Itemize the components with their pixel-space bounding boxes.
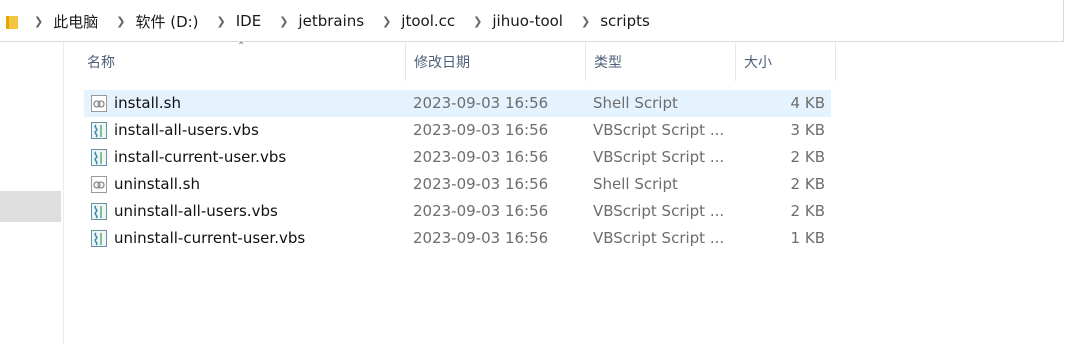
breadcrumb-label[interactable]: 软件 (D:): [135, 11, 198, 32]
vbscript-icon: [91, 149, 107, 166]
file-row[interactable]: uninstall-current-user.vbs 2023-09-03 16…: [84, 225, 831, 252]
file-type: VBScript Script ...: [593, 229, 725, 247]
chevron-right-icon[interactable]: ❯: [34, 15, 43, 28]
address-bar[interactable]: ❯ 此电脑 ❯ 软件 (D:) ❯ IDE ❯ jetbrains ❯ jtoo…: [0, 0, 1064, 42]
breadcrumb-item[interactable]: ❯ IDE: [213, 12, 262, 30]
chevron-right-icon[interactable]: ❯: [217, 15, 226, 28]
breadcrumb-item[interactable]: ❯ jtool.cc: [378, 12, 455, 30]
sort-ascending-icon: ⌃: [237, 41, 246, 52]
column-size-label: 大小: [744, 55, 772, 71]
file-date: 2023-09-03 16:56: [413, 121, 549, 139]
file-list: install.sh 2023-09-03 16:56 Shell Script…: [84, 90, 831, 252]
file-name[interactable]: uninstall.sh: [114, 171, 200, 198]
breadcrumb-item[interactable]: ❯ 软件 (D:): [112, 11, 198, 32]
file-size: 3 KB: [790, 121, 825, 139]
file-type: VBScript Script ...: [593, 148, 725, 166]
file-name[interactable]: uninstall-current-user.vbs: [114, 225, 305, 252]
navigation-selected-item[interactable]: [0, 191, 61, 222]
file-row[interactable]: install-all-users.vbs 2023-09-03 16:56 V…: [84, 117, 831, 144]
breadcrumb-item[interactable]: ❯ 此电脑: [30, 11, 98, 32]
file-type: Shell Script: [593, 94, 678, 112]
file-row[interactable]: uninstall-all-users.vbs 2023-09-03 16:56…: [84, 198, 831, 225]
file-size: 2 KB: [790, 202, 825, 220]
chevron-right-icon[interactable]: ❯: [581, 15, 590, 28]
vbscript-icon: [91, 122, 107, 139]
chevron-right-icon[interactable]: ❯: [279, 15, 288, 28]
file-date: 2023-09-03 16:56: [413, 229, 549, 247]
file-date: 2023-09-03 16:56: [413, 202, 549, 220]
breadcrumb-label[interactable]: jtool.cc: [401, 12, 455, 30]
file-row[interactable]: install-current-user.vbs 2023-09-03 16:5…: [84, 144, 831, 171]
file-name[interactable]: install-all-users.vbs: [114, 117, 259, 144]
file-name[interactable]: uninstall-all-users.vbs: [114, 198, 278, 225]
chevron-right-icon[interactable]: ❯: [473, 15, 482, 28]
file-row[interactable]: install.sh 2023-09-03 16:56 Shell Script…: [84, 90, 831, 117]
column-name-label: 名称: [87, 55, 115, 71]
breadcrumb-item[interactable]: ❯ jihuo-tool: [469, 12, 563, 30]
column-header-type[interactable]: 类型: [586, 43, 736, 81]
column-type-label: 类型: [594, 55, 622, 71]
file-size: 1 KB: [790, 229, 825, 247]
shell-script-icon: [91, 176, 107, 193]
file-name[interactable]: install-current-user.vbs: [114, 144, 286, 171]
column-header-name[interactable]: 名称 ⌃: [79, 41, 406, 81]
file-date: 2023-09-03 16:56: [413, 175, 549, 193]
column-header-date[interactable]: 修改日期: [406, 43, 586, 81]
breadcrumb-label[interactable]: scripts: [600, 12, 650, 30]
breadcrumb-label[interactable]: jihuo-tool: [492, 12, 563, 30]
file-type: VBScript Script ...: [593, 121, 725, 139]
shell-script-icon: [91, 95, 107, 112]
file-type: VBScript Script ...: [593, 202, 725, 220]
breadcrumb: ❯ 此电脑 ❯ 软件 (D:) ❯ IDE ❯ jetbrains ❯ jtoo…: [30, 0, 650, 42]
file-size: 4 KB: [790, 94, 825, 112]
column-date-label: 修改日期: [414, 55, 470, 71]
folder-icon: [6, 16, 18, 29]
file-size: 2 KB: [790, 175, 825, 193]
file-date: 2023-09-03 16:56: [413, 94, 549, 112]
chevron-right-icon[interactable]: ❯: [382, 15, 391, 28]
navigation-pane[interactable]: [0, 42, 64, 345]
chevron-right-icon[interactable]: ❯: [116, 15, 125, 28]
breadcrumb-item[interactable]: ❯ scripts: [577, 12, 650, 30]
breadcrumb-item[interactable]: ❯ jetbrains: [275, 12, 364, 30]
file-row[interactable]: uninstall.sh 2023-09-03 16:56 Shell Scri…: [84, 171, 831, 198]
vbscript-icon: [91, 203, 107, 220]
column-header-size[interactable]: 大小: [736, 43, 836, 81]
vbscript-icon: [91, 230, 107, 247]
file-name[interactable]: install.sh: [114, 90, 181, 117]
breadcrumb-label[interactable]: jetbrains: [298, 12, 364, 30]
file-date: 2023-09-03 16:56: [413, 148, 549, 166]
breadcrumb-label[interactable]: IDE: [236, 12, 261, 30]
breadcrumb-label[interactable]: 此电脑: [53, 11, 98, 32]
file-size: 2 KB: [790, 148, 825, 166]
file-type: Shell Script: [593, 175, 678, 193]
